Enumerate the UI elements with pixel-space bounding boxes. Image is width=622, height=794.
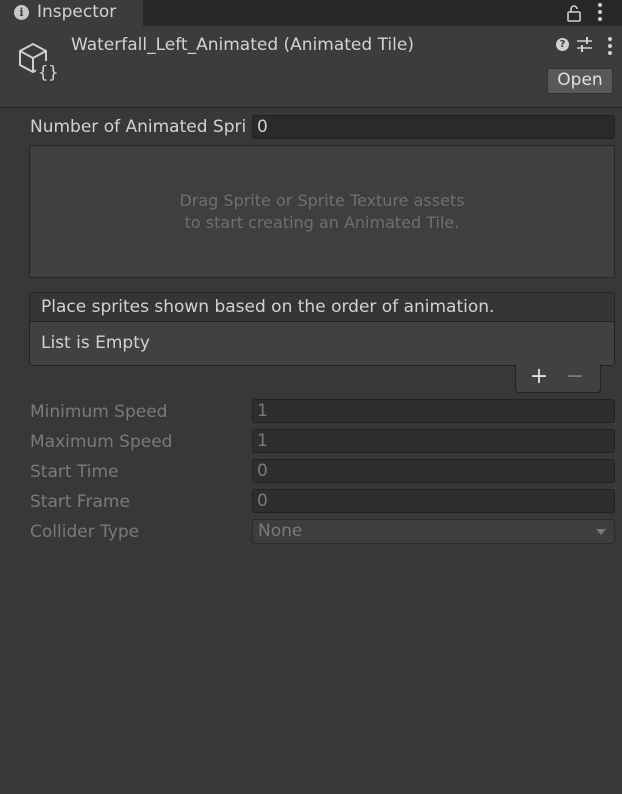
remove-element-button[interactable]: − <box>564 366 586 389</box>
start-time-label: Start Time <box>30 462 119 482</box>
number-of-sprites-field[interactable]: 0 <box>252 115 615 139</box>
kebab-menu-icon[interactable] <box>597 3 603 23</box>
collider-type-label: Collider Type <box>30 522 140 542</box>
tab-label: Inspector <box>37 2 117 22</box>
maximum-speed-label: Maximum Speed <box>30 432 173 452</box>
minimum-speed-field[interactable]: 1 <box>252 399 615 423</box>
inspector-header: {} Waterfall_Left_Animated (Animated Til… <box>0 26 622 108</box>
sprite-drop-zone[interactable]: Drag Sprite or Sprite Texture assets to … <box>29 145 615 278</box>
sprite-list-header: Place sprites shown based on the order o… <box>30 293 614 322</box>
tab-bar: i Inspector <box>0 0 622 26</box>
chevron-down-icon <box>596 529 606 535</box>
help-icon[interactable]: ? <box>556 38 569 51</box>
open-button[interactable]: Open <box>547 68 613 94</box>
lock-icon[interactable] <box>566 4 582 22</box>
asset-title: Waterfall_Left_Animated (Animated Tile) <box>71 35 414 55</box>
kebab-menu-icon[interactable] <box>607 37 613 55</box>
collider-type-value: None <box>258 521 303 541</box>
sprite-list: Place sprites shown based on the order o… <box>29 292 615 366</box>
collider-type-dropdown[interactable]: None <box>252 519 615 544</box>
sprite-list-footer: + − <box>515 365 601 393</box>
preset-sliders-icon[interactable] <box>576 36 593 53</box>
animated-tile-script-icon: {} <box>19 42 58 83</box>
sprite-list-empty-text: List is Empty <box>30 322 614 365</box>
number-of-sprites-label: Number of Animated Spri <box>30 117 247 137</box>
start-frame-field[interactable]: 0 <box>252 489 615 513</box>
svg-text:{}: {} <box>38 63 58 83</box>
minimum-speed-label: Minimum Speed <box>30 402 168 422</box>
tab-inspector[interactable]: i Inspector <box>0 0 143 26</box>
maximum-speed-field[interactable]: 1 <box>252 429 615 453</box>
dropzone-line-2: to start creating an Animated Tile. <box>184 212 460 232</box>
dropzone-line-1: Drag Sprite or Sprite Texture assets <box>179 190 465 210</box>
add-element-button[interactable]: + <box>528 366 550 389</box>
info-icon: i <box>14 5 29 20</box>
start-time-field[interactable]: 0 <box>252 459 615 483</box>
start-frame-label: Start Frame <box>30 492 130 512</box>
